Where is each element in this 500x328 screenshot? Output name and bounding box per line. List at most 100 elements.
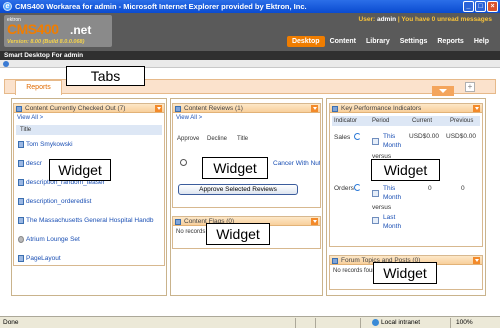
nav-settings[interactable]: Settings bbox=[395, 36, 433, 47]
catalog-icon bbox=[18, 235, 24, 243]
orders-period-last[interactable]: Last bbox=[383, 214, 395, 221]
column-header-approve: Approve bbox=[177, 136, 200, 142]
nav-desktop[interactable]: Desktop bbox=[286, 36, 325, 47]
add-tab-button[interactable]: + bbox=[465, 82, 475, 92]
window-title-bar: e CMS400 Workarea for admin - Microsoft … bbox=[0, 0, 500, 13]
kpi-sales-label: Sales bbox=[334, 134, 351, 141]
orders-period-this[interactable]: This bbox=[383, 185, 395, 192]
cms-header: ektron CMS400 .net Version: 8.00 (Build … bbox=[0, 13, 500, 51]
close-button[interactable]: × bbox=[487, 1, 498, 12]
approve-selected-reviews-button[interactable]: Approve Selected Reviews bbox=[178, 184, 298, 195]
back-icon[interactable] bbox=[3, 61, 9, 67]
widget-content-reviews: Content Reviews (1) View All > Approve D… bbox=[172, 103, 321, 208]
security-zone: Local intranet bbox=[372, 319, 420, 326]
column-header-decline: Decline bbox=[207, 136, 228, 142]
widget-icon bbox=[332, 105, 338, 112]
versus-text: versus bbox=[372, 204, 392, 211]
widget-menu-icon[interactable] bbox=[311, 218, 318, 225]
list-item-label[interactable]: PageLayout bbox=[26, 255, 61, 262]
nav-help[interactable]: Help bbox=[469, 36, 494, 47]
widget-title: Content Currently Checked Out (7) bbox=[25, 105, 126, 112]
orders-period-last-month[interactable]: Month bbox=[383, 223, 401, 230]
kpi-orders-label: Orders bbox=[334, 185, 354, 192]
status-divider bbox=[295, 318, 296, 328]
zoom-level[interactable]: 100% bbox=[456, 319, 473, 326]
sales-period-month[interactable]: Month bbox=[383, 142, 401, 149]
list-item[interactable]: Atrium Lounge Set bbox=[14, 230, 164, 249]
annotation-tabs: Tabs bbox=[66, 66, 145, 86]
refresh-icon[interactable] bbox=[354, 184, 361, 191]
security-zone-label: Local intranet bbox=[381, 319, 421, 327]
approve-radio[interactable] bbox=[180, 159, 187, 166]
nav-reports[interactable]: Reports bbox=[432, 36, 468, 47]
user-prefix: User: bbox=[358, 16, 377, 23]
nav-library[interactable]: Library bbox=[361, 36, 395, 47]
tab-reports[interactable]: Reports bbox=[15, 80, 62, 95]
widget-menu-icon[interactable] bbox=[473, 257, 480, 264]
annotation-widget-2: Widget bbox=[202, 157, 268, 179]
sales-period-this[interactable]: This bbox=[383, 133, 395, 140]
widget-icon bbox=[175, 218, 181, 225]
list-item[interactable]: Tom Smykowski bbox=[14, 135, 164, 154]
calendar-icon[interactable] bbox=[372, 217, 379, 224]
version-text: Version: 8.00 (Build 8.0.0.068) bbox=[7, 39, 85, 45]
list-item-label[interactable]: The Massachusetts General Hospital Handb bbox=[26, 217, 154, 224]
logo-product: CMS400 bbox=[7, 21, 59, 37]
status-divider bbox=[450, 318, 451, 328]
logo-cms-text: CMS bbox=[7, 21, 37, 37]
widget-checked-out: Content Currently Checked Out (7) View A… bbox=[13, 103, 165, 266]
sales-previous-value: USD$0.00 bbox=[446, 133, 476, 140]
widget-title: Key Performance Indicators bbox=[341, 105, 422, 112]
refresh-icon[interactable] bbox=[354, 133, 361, 140]
list-item[interactable]: description_orderedlist bbox=[14, 192, 164, 211]
widget-icon bbox=[175, 105, 181, 112]
column-header-period: Period bbox=[372, 118, 390, 124]
review-title-link[interactable]: Cancer With Nut bbox=[273, 160, 320, 167]
orders-current-value: 0 bbox=[428, 185, 432, 192]
maximize-button[interactable]: □ bbox=[475, 1, 486, 12]
document-icon bbox=[18, 254, 24, 262]
document-icon bbox=[18, 197, 24, 205]
list-item-label[interactable]: descr bbox=[26, 160, 42, 167]
annotation-widget-4: Widget bbox=[371, 159, 440, 181]
annotation-widget-5: Widget bbox=[373, 262, 437, 284]
calendar-icon[interactable] bbox=[372, 138, 379, 145]
widget-title: Content Reviews (1) bbox=[184, 105, 243, 112]
orders-period-month[interactable]: Month bbox=[383, 194, 401, 201]
list-item[interactable]: PageLayout bbox=[14, 249, 164, 265]
nav-content[interactable]: Content bbox=[325, 36, 361, 47]
widget-title-bar: Content Currently Checked Out (7) bbox=[14, 104, 164, 113]
status-divider bbox=[360, 318, 361, 328]
tabs-dropdown-icon[interactable] bbox=[432, 86, 454, 96]
view-all-link[interactable]: View All > bbox=[14, 113, 164, 123]
list-item-label[interactable]: Atrium Lounge Set bbox=[26, 236, 80, 243]
widget-menu-icon[interactable] bbox=[155, 105, 162, 112]
widget-title-bar: Key Performance Indicators bbox=[330, 104, 482, 113]
orders-previous-value: 0 bbox=[461, 185, 465, 192]
widget-menu-icon[interactable] bbox=[473, 105, 480, 112]
main-nav: Desktop Content Library Settings Reports… bbox=[286, 36, 494, 47]
view-all-link[interactable]: View All > bbox=[173, 113, 320, 123]
minimize-button[interactable]: _ bbox=[463, 1, 474, 12]
widget-menu-icon[interactable] bbox=[311, 105, 318, 112]
ektron-cms400-logo: ektron CMS400 .net Version: 8.00 (Build … bbox=[4, 15, 112, 47]
logo-num-text: 400 bbox=[36, 21, 59, 37]
column-header-title: Title bbox=[16, 125, 162, 135]
sales-current-value: USD$0.00 bbox=[409, 133, 439, 140]
column-header-title: Title bbox=[237, 136, 249, 142]
globe-icon bbox=[372, 319, 379, 326]
window-title: CMS400 Workarea for admin - Microsoft In… bbox=[15, 2, 307, 11]
calendar-icon[interactable] bbox=[372, 190, 379, 197]
column-header-previous: Previous bbox=[450, 118, 474, 124]
status-bar: Done Local intranet 100% bbox=[0, 316, 500, 328]
user-mid: | You have bbox=[396, 16, 432, 23]
column-header-current: Current bbox=[412, 118, 433, 124]
unread-messages-link[interactable]: 0 unread messages bbox=[432, 16, 492, 23]
list-item-label[interactable]: description_orderedlist bbox=[26, 198, 91, 205]
list-item-label[interactable]: Tom Smykowski bbox=[26, 141, 73, 148]
list-item[interactable]: The Massachusetts General Hospital Handb bbox=[14, 211, 164, 230]
document-icon bbox=[18, 216, 24, 224]
widget-icon bbox=[16, 105, 22, 112]
user-name: admin bbox=[376, 16, 397, 23]
window-controls: _ □ × bbox=[463, 1, 498, 12]
